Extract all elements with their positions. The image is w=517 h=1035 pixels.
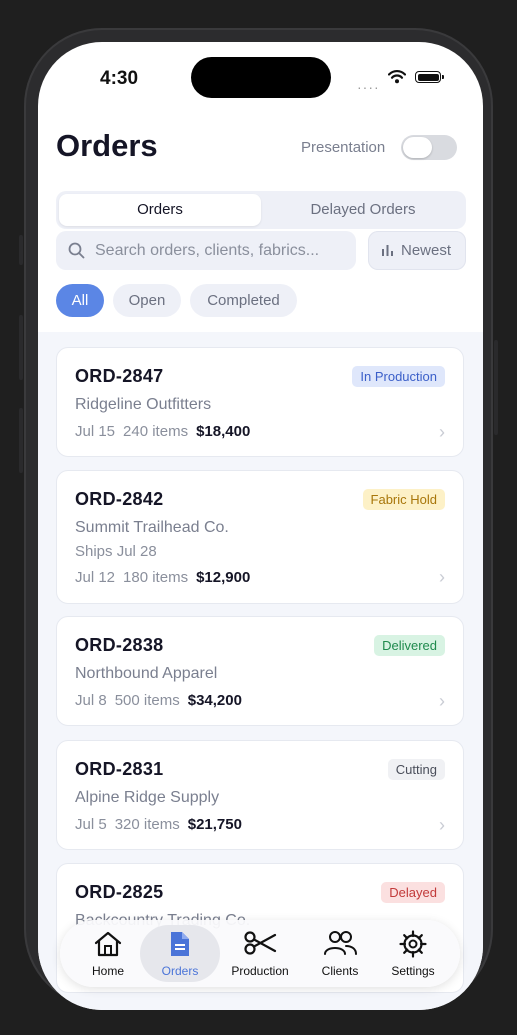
tab-label: Production [231,964,289,978]
order-card[interactable]: ORD-2847 In Production Ridgeline Outfitt… [56,347,464,457]
search-input[interactable] [95,231,345,270]
page-title: Orders [56,128,158,163]
power-button [494,340,498,435]
segment-delayed-orders[interactable]: Delayed Orders [263,194,463,226]
status-time: 4:30 [100,68,139,89]
tab-label: Clients [321,964,359,978]
order-client: Ridgeline Outfitters [75,396,212,413]
orders-list: ORD-2847 In Production Ridgeline Outfitt… [38,332,483,1010]
order-meta: Jul 12 180 items $12,900 [75,569,250,586]
order-amount: $34,200 [187,692,242,709]
dynamic-island [191,57,331,98]
order-id: ORD-2838 [75,635,164,655]
status-badge: Delayed [381,882,445,903]
order-items: 320 items [114,816,180,833]
sort-button[interactable]: Newest [368,231,466,270]
order-card[interactable]: ORD-2831 Cutting Alpine Ridge Supply Jul… [56,740,464,850]
order-card[interactable]: ORD-2838 Delivered Northbound Apparel Ju… [56,616,464,726]
order-items: 500 items [114,692,180,709]
order-date: Jul 8 [75,692,107,709]
order-ships-date: Ships Jul 28 [75,543,157,560]
wifi-icon [388,70,406,84]
status-badge: Cutting [387,759,445,780]
order-meta: Jul 15 240 items $18,400 [75,423,250,440]
order-meta: Jul 8 500 items $34,200 [75,692,242,709]
tab-orders[interactable]: Orders [140,920,220,987]
order-client: Alpine Ridge Supply [75,789,220,806]
toggle-knob [403,137,432,158]
mute-switch [19,235,23,265]
segmented-control: Orders Delayed Orders [56,191,466,229]
tab-production[interactable]: Production [220,920,300,987]
presentation-label: Presentation [301,139,386,156]
tab-home[interactable]: Home [68,920,148,987]
volume-down-button [19,408,23,473]
status-bar: 4:30 ···· [38,42,483,112]
tab-clients[interactable]: Clients [300,920,380,987]
order-id: ORD-2825 [75,882,164,902]
order-client: Northbound Apparel [75,665,218,682]
status-badge: In Production [352,366,445,387]
tab-label: Orders [161,964,199,978]
chevron-right-icon: › [439,422,445,442]
status-badge: Delivered [374,635,445,656]
search-icon [68,242,85,259]
order-amount: $18,400 [196,423,251,440]
signal-dots: ···· [357,79,380,95]
filter-chip-completed[interactable]: Completed [190,284,297,317]
order-items: 240 items [123,423,189,440]
people-icon [324,931,357,955]
bar-chart-icon [382,245,393,256]
order-amount: $21,750 [187,816,242,833]
order-id: ORD-2847 [75,366,164,386]
volume-up-button [19,315,23,380]
search-bar [56,231,356,270]
order-id: ORD-2831 [75,759,164,779]
order-items: 180 items [123,569,189,586]
order-date: Jul 15 [75,423,116,440]
presentation-toggle[interactable] [401,135,457,160]
home-icon [94,931,122,957]
tab-settings[interactable]: Settings [373,920,453,987]
order-date: Jul 5 [75,816,107,833]
chevron-right-icon: › [439,691,445,711]
tab-label: Settings [391,964,435,978]
filter-chip-all[interactable]: All [56,284,104,317]
order-date: Jul 12 [75,569,116,586]
order-card[interactable]: ORD-2842 Fabric Hold Summit Trailhead Co… [56,470,464,604]
battery-icon [415,71,441,83]
segment-orders[interactable]: Orders [59,194,261,226]
sort-label: Newest [401,242,452,259]
screen: 4:30 ···· Orders Presentation Orders Del… [38,42,483,1010]
status-badge: Fabric Hold [362,489,445,510]
scissors-icon [244,931,277,955]
chevron-right-icon: › [439,567,445,587]
gear-icon [399,930,427,958]
tab-bar: Home Orders Production Clients Settings [60,920,460,987]
tab-label: Home [91,964,124,978]
order-amount: $12,900 [196,569,251,586]
chevron-right-icon: › [439,815,445,835]
order-client: Summit Trailhead Co. [75,519,229,536]
battery-tip [442,75,444,79]
filter-chip-open[interactable]: Open [113,284,181,317]
order-meta: Jul 5 320 items $21,750 [75,816,242,833]
document-icon [171,932,189,956]
order-id: ORD-2842 [75,489,164,509]
